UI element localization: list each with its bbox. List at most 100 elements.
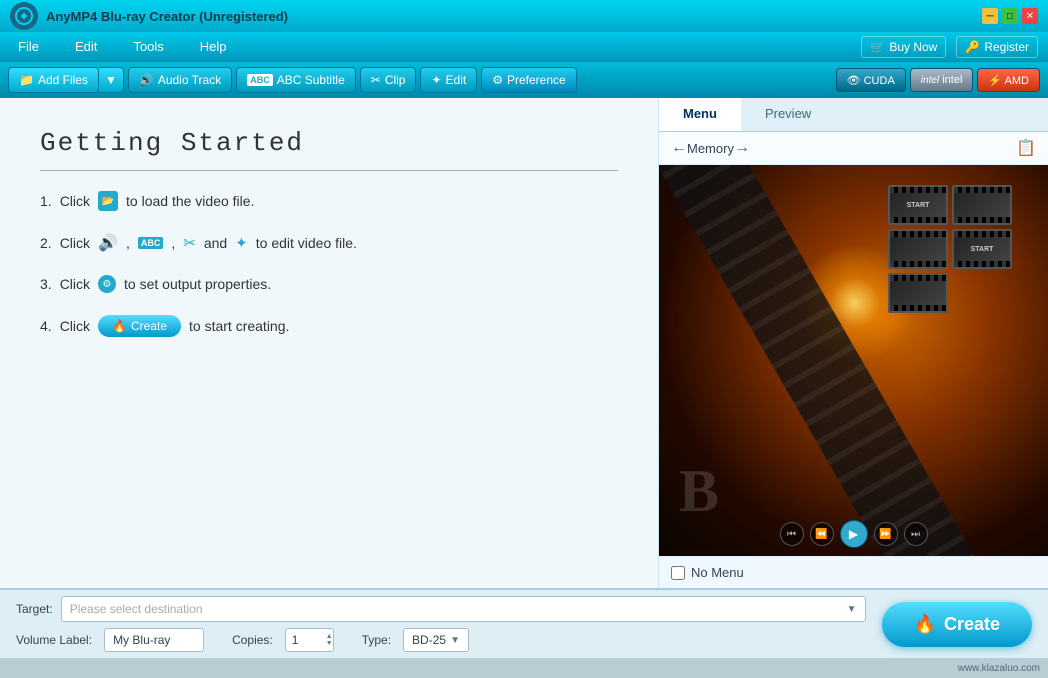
maximize-button[interactable]: □ [1002, 8, 1018, 24]
fields-row: Volume Label: Copies: ▲ ▼ Type: BD-25 ▼ [16, 628, 866, 652]
window-controls: ─ □ ✕ [982, 8, 1038, 24]
thumb-4: START [952, 229, 1012, 269]
title-left: AnyMP4 Blu-ray Creator (Unregistered) [10, 2, 288, 30]
export-icon[interactable]: 📋 [1016, 138, 1036, 158]
menu-tabs: Menu Preview [659, 98, 1048, 132]
menubar: File Edit Tools Help 🛒 Buy Now 🔑 Registe… [0, 32, 1048, 62]
next-button[interactable]: ⏩ [874, 522, 898, 546]
target-dropdown-arrow: ▼ [847, 604, 857, 615]
menu-tools[interactable]: Tools [125, 35, 171, 58]
clip-button[interactable]: ✂ Clip [360, 67, 417, 93]
audio-icon: 🔊 [139, 73, 154, 87]
step-1: 1. Click 📂 to load the video file. [40, 191, 618, 211]
getting-started-title: Getting Started [40, 128, 618, 171]
acceleration-buttons: 👁 CUDA intel intel ⚡ AMD [836, 68, 1040, 92]
edit-button[interactable]: ✦ Edit [420, 67, 477, 93]
thumbnail-grid: START START [888, 185, 1038, 313]
amd-button[interactable]: ⚡ AMD [977, 68, 1040, 92]
bottom-fields: Target: Please select destination ▼ Volu… [16, 596, 866, 652]
bottom-bar: Target: Please select destination ▼ Volu… [0, 588, 1048, 658]
cart-icon: 🛒 [870, 40, 885, 54]
intel-button[interactable]: intel intel [910, 68, 974, 92]
register-button[interactable]: 🔑 Register [956, 36, 1038, 58]
add-files-dropdown-button[interactable]: ▼ [99, 67, 124, 93]
tab-menu[interactable]: Menu [659, 98, 741, 131]
type-value: BD-25 [412, 633, 446, 647]
type-arrow: ▼ [450, 635, 460, 646]
nav-next-button[interactable]: → [734, 139, 750, 157]
preference-button[interactable]: ⚙ Preference [481, 67, 576, 93]
edit-icon: ✦ [431, 73, 441, 87]
subtitle-icon: ABC [247, 74, 273, 86]
step-2: 2. Click 🔊 , ABC , ✂ and ✦ to edit video… [40, 233, 618, 253]
titlebar: AnyMP4 Blu-ray Creator (Unregistered) ─ … [0, 0, 1048, 32]
app-title: AnyMP4 Blu-ray Creator (Unregistered) [46, 9, 288, 24]
minimize-button[interactable]: ─ [982, 8, 998, 24]
nav-prev-button[interactable]: ← [671, 139, 687, 157]
no-menu-label: No Menu [691, 565, 744, 580]
cuda-button[interactable]: 👁 CUDA [836, 68, 906, 92]
gear-icon: ⚙ [492, 73, 503, 87]
volume-input[interactable] [104, 628, 204, 652]
audio-track-button[interactable]: 🔊 Audio Track [128, 67, 232, 93]
menu-help[interactable]: Help [192, 35, 235, 58]
subtitle-step-icon: ABC [138, 237, 164, 249]
audio-step-icon: 🔊 [98, 233, 118, 253]
copies-arrows: ▲ ▼ [326, 633, 333, 647]
load-icon: 📂 [98, 191, 118, 211]
create-button[interactable]: 🔥 Create [882, 602, 1032, 647]
play-button[interactable]: ▶ [840, 520, 868, 548]
copies-up-button[interactable]: ▲ [326, 633, 333, 640]
key-icon: 🔑 [965, 40, 980, 54]
no-menu-row: No Menu [659, 556, 1048, 588]
skip-back-button[interactable]: ⏮ [780, 522, 804, 546]
target-label: Target: [16, 602, 53, 616]
nav-title: Memory [687, 141, 734, 156]
amd-icon: ⚡ [988, 75, 1002, 87]
skip-fwd-button[interactable]: ⏭ [904, 522, 928, 546]
right-panel: Menu Preview ← Memory → 📋 B START [658, 98, 1048, 588]
buy-now-button[interactable]: 🛒 Buy Now [861, 36, 946, 58]
thumb-1: START [888, 185, 948, 225]
footer-strip: www.klazaluo.com [0, 658, 1048, 678]
clip-step-icon: ✂ [183, 234, 196, 252]
thumb-5 [888, 273, 948, 313]
close-button[interactable]: ✕ [1022, 8, 1038, 24]
type-label: Type: [362, 633, 391, 647]
copies-label: Copies: [232, 633, 273, 647]
footer-url: www.klazaluo.com [958, 663, 1040, 674]
menu-edit[interactable]: Edit [67, 35, 105, 58]
playback-controls: ⏮ ⏪ ▶ ⏩ ⏭ [780, 520, 928, 548]
copies-down-button[interactable]: ▼ [326, 640, 333, 647]
step-3: 3. Click ⚙ to set output properties. [40, 275, 618, 293]
clip-icon: ✂ [371, 73, 381, 87]
target-dropdown[interactable]: Please select destination ▼ [61, 596, 866, 622]
no-menu-checkbox[interactable] [671, 566, 685, 580]
type-dropdown[interactable]: BD-25 ▼ [403, 628, 469, 652]
step-4: 4. Click 🔥 Create to start creating. [40, 315, 618, 337]
subtitle-button[interactable]: ABC ABC Subtitle [236, 67, 356, 93]
target-row: Target: Please select destination ▼ [16, 596, 866, 622]
toolbar: 📁 Add Files ▼ 🔊 Audio Track ABC ABC Subt… [0, 62, 1048, 98]
flame-icon: 🔥 [914, 614, 936, 635]
app-logo [10, 2, 38, 30]
left-panel: Getting Started 1. Click 📂 to load the v… [0, 98, 658, 588]
edit-step-icon: ✦ [235, 234, 248, 252]
menu-file[interactable]: File [10, 35, 47, 58]
add-files-button[interactable]: 📁 Add Files [8, 67, 99, 93]
add-files-icon: 📁 [19, 73, 34, 87]
cuda-icon: 👁 [847, 75, 861, 87]
prev-button[interactable]: ⏪ [810, 522, 834, 546]
copies-field: ▲ ▼ [285, 628, 334, 652]
copies-input[interactable] [286, 629, 326, 651]
thumb-3 [888, 229, 948, 269]
menu-preview: B START START ⏮ ⏪ ▶ [659, 165, 1048, 556]
tab-preview[interactable]: Preview [741, 98, 835, 131]
target-placeholder: Please select destination [70, 602, 203, 616]
add-files-group: 📁 Add Files ▼ [8, 67, 124, 93]
letter-b: B [679, 457, 719, 526]
create-inline-button[interactable]: 🔥 Create [98, 315, 181, 337]
menu-right: 🛒 Buy Now 🔑 Register [861, 36, 1038, 58]
thumb-2 [952, 185, 1012, 225]
pref-step-icon: ⚙ [98, 275, 116, 293]
